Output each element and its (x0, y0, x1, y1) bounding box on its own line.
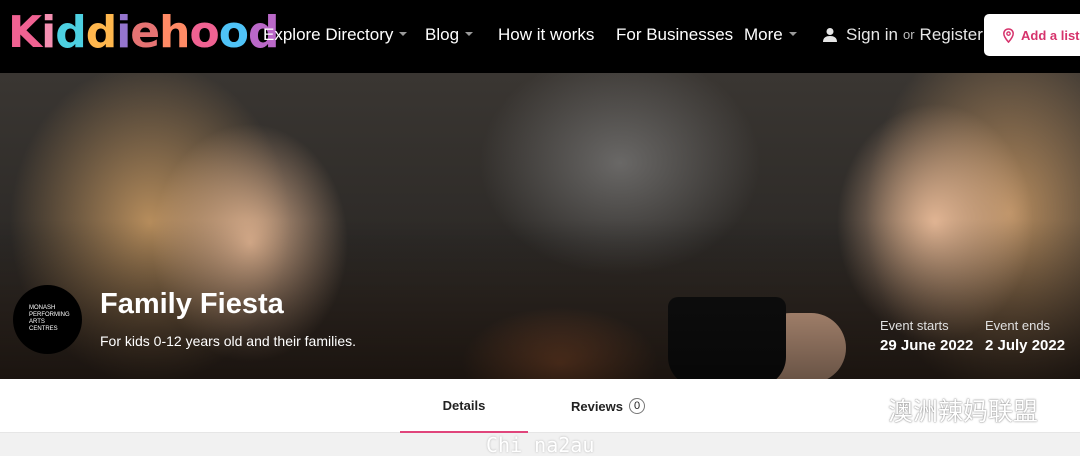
add-listing-button[interactable]: Add a listing (984, 14, 1080, 56)
organizer-logo[interactable]: Monash Performing Arts Centres (13, 285, 82, 354)
nav-more[interactable]: More (744, 24, 797, 46)
organizer-logo-line: Monash (29, 305, 56, 311)
logo-letter: o (218, 7, 249, 58)
logo-letter: d (55, 7, 86, 58)
organizer-logo-line: Centres (29, 326, 58, 332)
tab-details-label: Details (442, 397, 486, 413)
nav-how-it-works[interactable]: How it works (498, 24, 594, 46)
top-navigation-bar: Kiddiehood Explore Directory Blog How it… (0, 0, 1080, 73)
auth-links: Sign in or Register (822, 24, 983, 46)
chevron-down-icon (465, 31, 474, 36)
or-separator: or (902, 27, 915, 42)
reviews-count-badge: 0 (629, 398, 646, 414)
tab-details[interactable]: Details (400, 379, 528, 433)
wechat-icon (840, 395, 881, 424)
nav-for-businesses-label: For Businesses (616, 25, 734, 44)
nav-for-businesses[interactable]: For Businesses (616, 24, 733, 46)
logo-letter: d (85, 7, 117, 58)
chevron-down-icon (399, 31, 408, 36)
sign-in-link[interactable]: Sign in (846, 24, 898, 46)
tab-reviews-label: Reviews (570, 398, 624, 414)
event-hero-banner: Monash Performing Arts Centres Family Fi… (0, 73, 1080, 379)
nav-more-label: More (744, 25, 783, 44)
event-ends-label: Event ends (985, 318, 1051, 333)
wechat-watermark: 澳洲辣妈联盟 (838, 392, 1038, 428)
register-link[interactable]: Register (920, 24, 983, 46)
user-icon (823, 28, 837, 42)
map-pin-icon (1003, 27, 1014, 43)
nav-how-it-works-label: How it works (498, 25, 595, 44)
event-starts-date: 29 June 2022 (880, 337, 974, 354)
logo-letter: h (159, 7, 190, 58)
event-ends-date: 2 July 2022 (985, 337, 1066, 354)
nav-explore-directory[interactable]: Explore Directory (263, 24, 408, 46)
event-subtitle: For kids 0-12 years old and their famili… (100, 333, 356, 349)
footer-watermark: Chi na2au (486, 433, 595, 456)
event-starts: Event starts 29 June 2022 (880, 318, 973, 356)
chevron-down-icon (788, 31, 797, 36)
logo-letter: e (130, 7, 160, 58)
logo-letter: i (41, 7, 56, 58)
logo-letter: i (116, 7, 131, 58)
organizer-logo-line: Arts (29, 319, 45, 325)
add-listing-label: Add a listing (1021, 27, 1080, 43)
event-ends: Event ends 2 July 2022 (985, 318, 1065, 356)
watermark-text: 澳洲辣妈联盟 (888, 398, 1039, 426)
event-title: Family Fiesta (100, 288, 284, 320)
kiddiehood-logo[interactable]: Kiddiehood (8, 7, 279, 58)
logo-letter: o (189, 7, 219, 58)
nav-blog[interactable]: Blog (425, 24, 474, 46)
tab-reviews[interactable]: Reviews 0 (548, 379, 668, 433)
organizer-logo-line: Performing (29, 312, 70, 318)
nav-blog-label: Blog (425, 25, 460, 44)
nav-explore-directory-label: Explore Directory (263, 25, 394, 44)
event-starts-label: Event starts (880, 318, 949, 333)
logo-letter: K (8, 7, 42, 58)
